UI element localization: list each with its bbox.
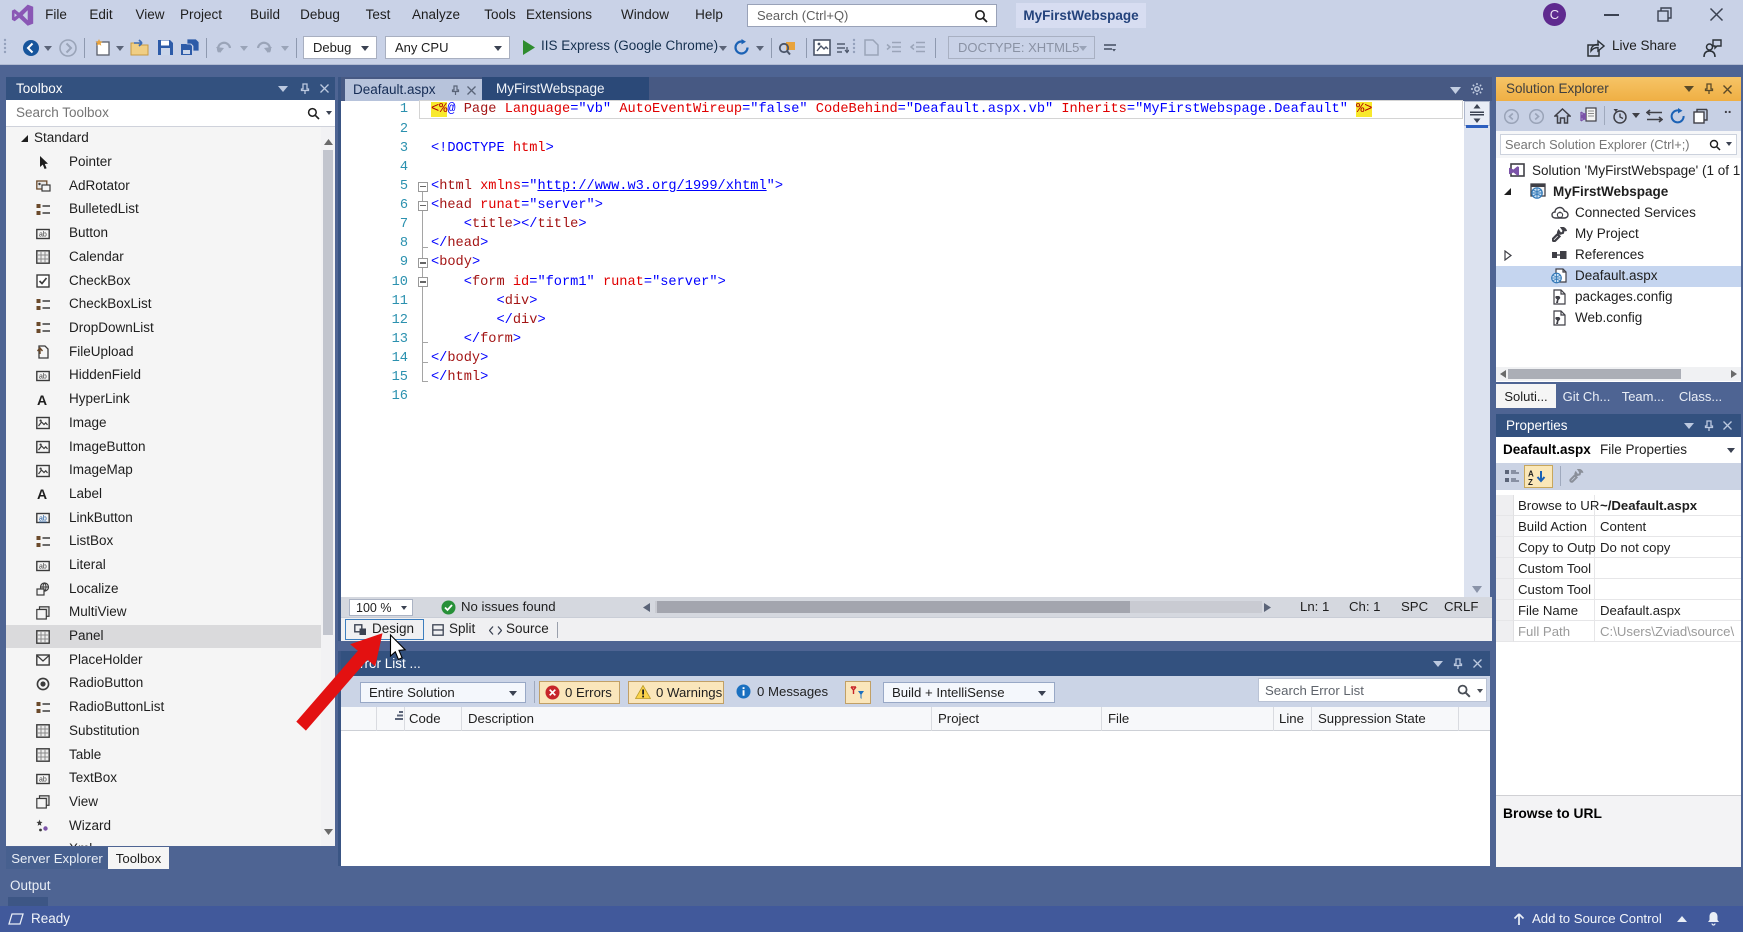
svg-text:ab: ab [39, 232, 47, 239]
svg-text:ab: ab [39, 516, 47, 523]
svg-text:ab: ab [39, 374, 47, 381]
svg-text:Z: Z [1528, 478, 1533, 485]
svg-text:ab: ab [39, 564, 47, 571]
svg-text:ab: ab [39, 777, 47, 784]
